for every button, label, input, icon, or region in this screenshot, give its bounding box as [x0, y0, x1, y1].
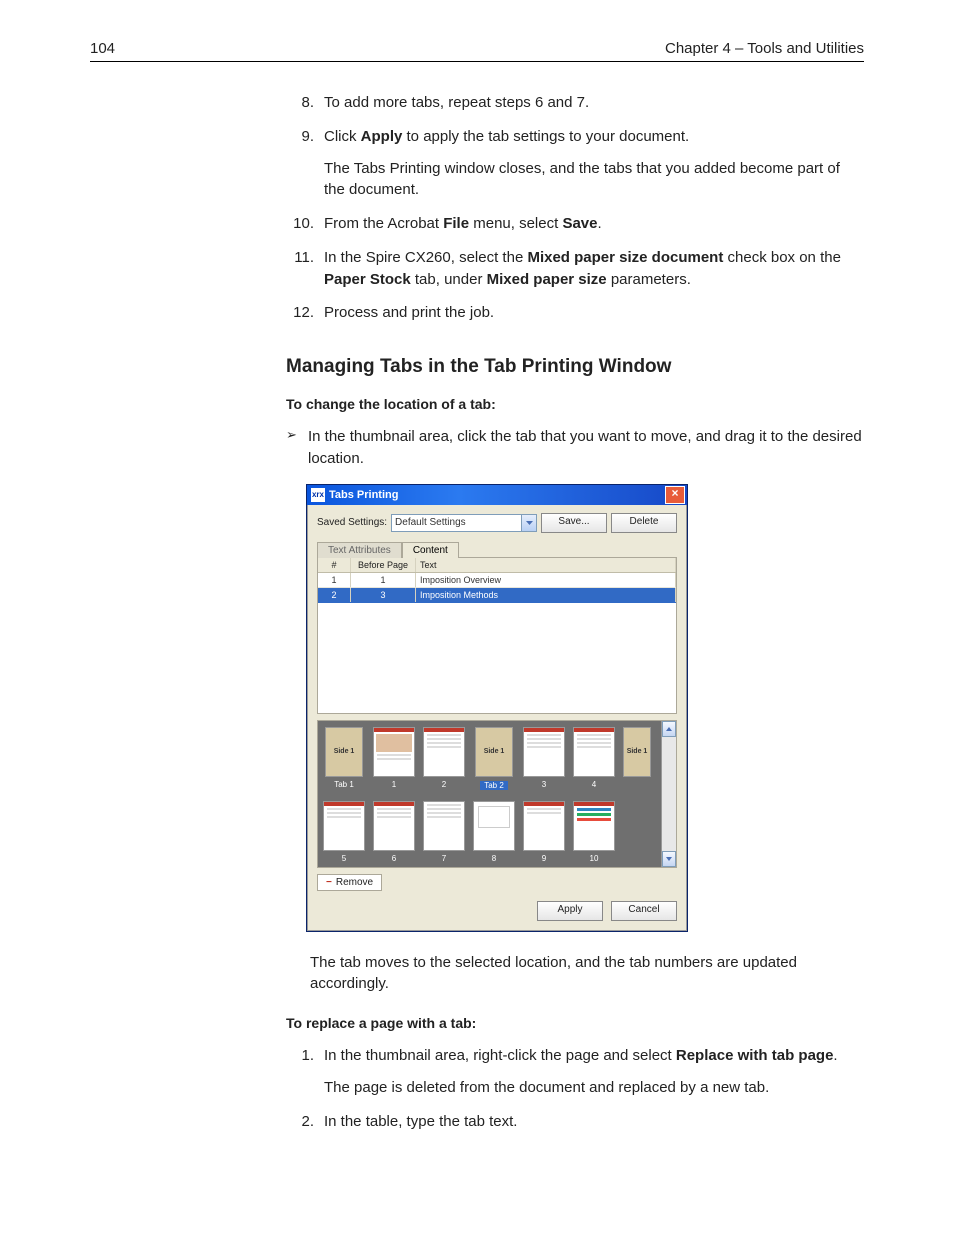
step-number: 9. [286, 126, 324, 201]
step-text: In the thumbnail area, right-click the p… [324, 1045, 864, 1099]
close-icon[interactable]: × [665, 486, 685, 504]
remove-button[interactable]: − Remove [317, 874, 382, 891]
save-button[interactable]: Save... [541, 513, 607, 533]
minus-icon: − [326, 877, 332, 888]
grid-header-text[interactable]: Text [416, 558, 676, 572]
bullet-text: In the thumbnail area, click the tab tha… [308, 426, 864, 470]
scroll-down-icon[interactable] [662, 851, 676, 867]
grid-header-num[interactable]: # [318, 558, 351, 572]
step-number: 8. [286, 92, 324, 114]
thumbnail-page[interactable]: 6 [372, 801, 416, 863]
cancel-button[interactable]: Cancel [611, 901, 677, 921]
after-dialog-paragraph: The tab moves to the selected location, … [310, 952, 864, 996]
tab-text-attributes[interactable]: Text Attributes [317, 542, 402, 558]
thumbnail-tab-partial[interactable]: Side 1 [622, 727, 652, 791]
saved-settings-dropdown[interactable]: Default Settings [391, 514, 537, 532]
dropdown-value: Default Settings [392, 517, 521, 528]
step-text: To add more tabs, repeat steps 6 and 7. [324, 92, 864, 114]
dialog-tabstrip: Text Attributes Content [317, 541, 677, 558]
thumbnail-area[interactable]: Side 1 Tab 1 1 2 Side 1 [317, 720, 677, 868]
delete-button[interactable]: Delete [611, 513, 677, 533]
tab-content[interactable]: Content [402, 542, 459, 558]
thumbnail-page[interactable]: 2 [422, 727, 466, 791]
grid-header-before[interactable]: Before Page [351, 558, 416, 572]
document-page: 104 Chapter 4 – Tools and Utilities 8. T… [0, 0, 954, 1235]
thumbnail-page[interactable]: 10 [572, 801, 616, 863]
thumbnail-page[interactable]: 9 [522, 801, 566, 863]
step-number: 2. [286, 1111, 324, 1133]
tabs-printing-dialog: xrx Tabs Printing × Saved Settings: Defa… [306, 484, 688, 932]
scrollbar[interactable] [661, 721, 676, 867]
page-number: 104 [90, 40, 115, 57]
app-icon: xrx [311, 488, 325, 502]
procedure-label: To replace a page with a tab: [286, 1015, 864, 1031]
chevron-down-icon[interactable] [521, 515, 536, 531]
table-row[interactable]: 1 1 Imposition Overview [318, 573, 676, 588]
step-text: From the Acrobat File menu, select Save. [324, 213, 864, 235]
dialog-titlebar[interactable]: xrx Tabs Printing × [307, 485, 687, 505]
apply-button[interactable]: Apply [537, 901, 603, 921]
thumbnail-page[interactable]: 1 [372, 727, 416, 791]
thumbnail-page[interactable]: 3 [522, 727, 566, 791]
step-text: In the Spire CX260, select the Mixed pap… [324, 247, 864, 291]
step-subparagraph: The page is deleted from the document an… [324, 1077, 864, 1099]
step-text: Process and print the job. [324, 302, 864, 324]
arrow-icon: ➢ [286, 426, 308, 470]
tabs-grid: # Before Page Text 1 1 Imposition Overvi… [317, 558, 677, 714]
step-number: 1. [286, 1045, 324, 1099]
instruction-list-replace: 1. In the thumbnail area, right-click th… [286, 1045, 864, 1132]
thumbnail-tab[interactable]: Side 1 Tab 1 [322, 727, 366, 791]
step-number: 11. [286, 247, 324, 291]
procedure-label: To change the location of a tab: [286, 396, 864, 412]
thumbnail-page[interactable]: 8 [472, 801, 516, 863]
thumbnail-page[interactable]: 5 [322, 801, 366, 863]
step-text: In the table, type the tab text. [324, 1111, 864, 1133]
chapter-title: Chapter 4 – Tools and Utilities [665, 40, 864, 57]
step-subparagraph: The Tabs Printing window closes, and the… [324, 158, 864, 202]
page-header: 104 Chapter 4 – Tools and Utilities [90, 40, 864, 62]
step-text: Click Apply to apply the tab settings to… [324, 126, 864, 201]
step-number: 10. [286, 213, 324, 235]
bullet-item: ➢ In the thumbnail area, click the tab t… [286, 426, 864, 470]
scroll-up-icon[interactable] [662, 721, 676, 737]
section-heading: Managing Tabs in the Tab Printing Window [286, 356, 864, 378]
saved-settings-label: Saved Settings: [317, 517, 387, 528]
instruction-list-top: 8. To add more tabs, repeat steps 6 and … [286, 92, 864, 324]
step-number: 12. [286, 302, 324, 324]
thumbnail-page[interactable]: 4 [572, 727, 616, 791]
table-row[interactable]: 2 3 Imposition Methods [318, 588, 676, 603]
thumbnail-tab[interactable]: Side 1 Tab 2 [472, 727, 516, 791]
dialog-title: Tabs Printing [329, 489, 665, 501]
thumbnail-page[interactable]: 7 [422, 801, 466, 863]
